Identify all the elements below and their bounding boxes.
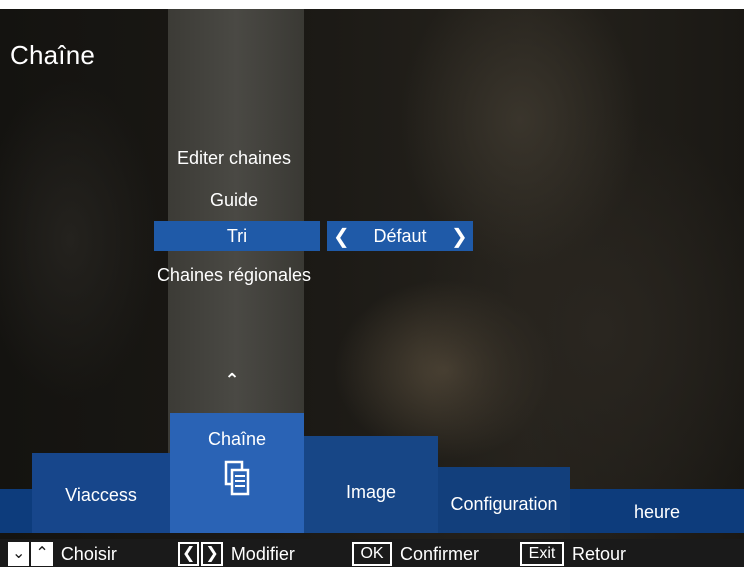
- tab-viaccess[interactable]: Viaccess: [32, 453, 170, 533]
- tab-heure[interactable]: heure: [570, 489, 744, 533]
- hint-modify-label: Modifier: [230, 543, 295, 564]
- chevron-right-icon: ❯: [201, 542, 223, 566]
- exit-key: Exit: [520, 542, 564, 566]
- tri-value-selector[interactable]: ❮ Défaut ❯: [327, 221, 473, 251]
- menu-item-editer-chaines[interactable]: Editer chaines: [148, 144, 320, 172]
- chevron-up-icon[interactable]: ⌃: [222, 370, 242, 390]
- hint-choose: ⌄ ⌃ Choisir: [8, 541, 117, 567]
- chevron-left-icon: ❮: [178, 542, 200, 566]
- tab-label: Viaccess: [65, 485, 137, 505]
- page-title: Chaîne: [10, 40, 96, 70]
- tab-chaine[interactable]: Chaîne: [170, 413, 304, 533]
- menu-item-guide[interactable]: Guide: [148, 186, 320, 214]
- right-border: [744, 0, 752, 567]
- ok-key: OK: [352, 542, 392, 566]
- tri-value: Défaut: [373, 225, 427, 246]
- footer-hints: ⌄ ⌃ Choisir ❮ ❯ Modifier OK Confirmer Ex…: [0, 539, 744, 567]
- hint-confirm: OK Confirmer: [352, 541, 479, 567]
- hint-modify: ❮ ❯ Modifier: [178, 541, 295, 567]
- tab-configuration[interactable]: Configuration: [438, 467, 570, 533]
- menu-item-tri[interactable]: Tri: [154, 221, 320, 251]
- chevron-down-icon: ⌄: [8, 542, 30, 566]
- chevron-right-icon[interactable]: ❯: [451, 224, 468, 249]
- hint-confirm-label: Confirmer: [400, 543, 480, 564]
- tab-label: Image: [345, 482, 397, 502]
- hint-back-label: Retour: [572, 543, 627, 564]
- tab-label: Chaîne: [207, 429, 267, 449]
- tab-label: heure: [633, 502, 681, 522]
- documents-icon: [224, 460, 250, 496]
- hint-choose-label: Choisir: [60, 543, 117, 564]
- tab-image[interactable]: Image: [304, 436, 438, 533]
- chevron-up-icon: ⌃: [31, 542, 53, 566]
- top-border: [0, 0, 752, 9]
- chevron-left-icon[interactable]: ❮: [333, 224, 350, 249]
- tab-label: Configuration: [450, 494, 558, 514]
- hint-back: Exit Retour: [520, 541, 626, 567]
- menu-item-chaines-regionales[interactable]: Chaines régionales: [148, 261, 320, 289]
